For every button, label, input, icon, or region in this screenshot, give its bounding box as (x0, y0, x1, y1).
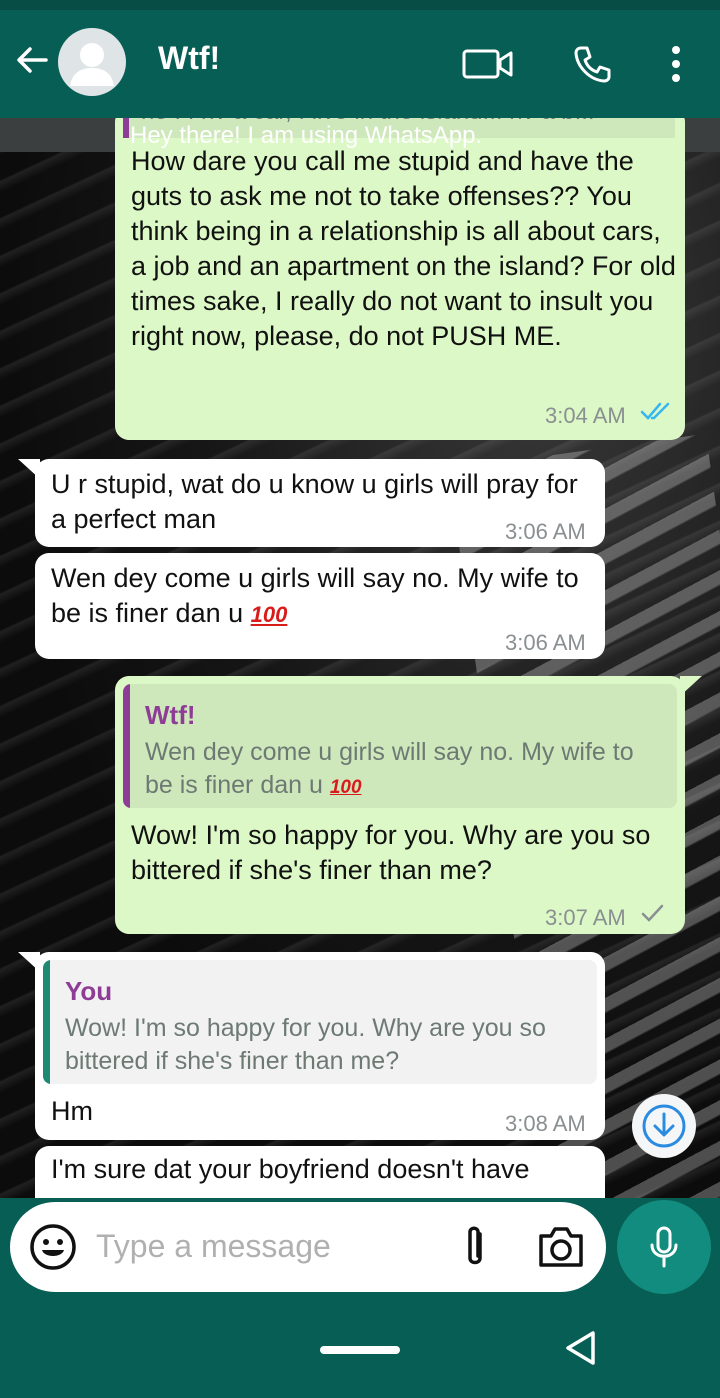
mic-icon (650, 1226, 678, 1268)
chat-header: Wtf! (0, 10, 720, 118)
camera-icon[interactable] (536, 1224, 586, 1270)
status-line: Hey there! I am using WhatsApp. (130, 122, 483, 149)
message-text: Wen dey come u girls will say no. My wif… (51, 561, 591, 632)
quoted-message[interactable]: Wtf! Wen dey come u girls will say no. M… (123, 684, 677, 808)
message-text: I'm sure dat your boyfriend doesn't have (51, 1154, 530, 1184)
quote-text: Wen dey come u girls will say no. My wif… (145, 736, 665, 804)
message-time: 3:04 AM (545, 403, 626, 428)
emoji-icon[interactable] (28, 1222, 78, 1272)
message-bubble-outgoing[interactable]: no : I hv a car, I live in the island..I… (115, 118, 685, 440)
quote-text-body: Wen dey come u girls will say no. My wif… (145, 738, 634, 799)
quote-author: Wtf! (145, 700, 196, 730)
message-bubble-incoming[interactable]: You Wow! I'm so happy for you. Why are y… (35, 952, 605, 1140)
chat-area[interactable]: no : I hv a car, I live in the island..I… (0, 118, 720, 1198)
message-text: How dare you call me stupid and have the… (131, 146, 676, 351)
message-time: 3:07 AM (545, 905, 626, 930)
quote-author: You (65, 976, 113, 1006)
message-time: 3:06 AM (505, 519, 586, 544)
message-time: 3:06 AM (505, 630, 586, 655)
quoted-message[interactable]: You Wow! I'm so happy for you. Why are y… (43, 960, 597, 1084)
scroll-down-button[interactable] (632, 1094, 696, 1158)
more-vert-icon[interactable] (668, 44, 684, 84)
message-text: Hm (51, 1096, 93, 1126)
video-call-icon[interactable] (462, 48, 514, 80)
message-input[interactable]: Type a message (96, 1228, 331, 1265)
quote-text: Wow! I'm so happy for you. Why are you s… (65, 1014, 546, 1075)
home-gesture-pill[interactable] (320, 1346, 400, 1354)
hundred-points-emoji: 100 (250, 602, 288, 627)
phone-icon[interactable] (572, 44, 612, 84)
quote-bar (43, 960, 50, 1084)
attach-icon[interactable] (460, 1224, 490, 1272)
avatar-icon (70, 43, 114, 86)
scroll-down-icon (642, 1104, 686, 1148)
single-tick-icon (641, 904, 664, 922)
back-arrow-icon[interactable] (12, 40, 52, 80)
message-bubble-incoming[interactable]: Wen dey come u girls will say no. My wif… (35, 553, 605, 659)
message-text-body: Wen dey come u girls will say no. My wif… (51, 563, 579, 628)
message-bubble-incoming[interactable]: U r stupid, wat do u know u girls will p… (35, 459, 605, 547)
message-text: Wow! I'm so happy for you. Why are you s… (131, 820, 651, 885)
bubble-tail (680, 676, 702, 696)
message-time: 3:08 AM (505, 1111, 586, 1136)
quote-bar (123, 684, 130, 808)
double-tick-read-icon (640, 402, 670, 420)
nav-back-icon[interactable] (562, 1328, 600, 1368)
contact-avatar[interactable] (58, 28, 126, 96)
message-bubble-incoming[interactable]: I'm sure dat your boyfriend doesn't have (35, 1146, 605, 1198)
hundred-points-emoji: 100 (329, 777, 362, 798)
bubble-tail (18, 459, 40, 479)
status-bar (0, 0, 720, 10)
bubble-tail (18, 952, 40, 972)
message-bubble-outgoing[interactable]: Wtf! Wen dey come u girls will say no. M… (115, 676, 685, 934)
contact-name[interactable]: Wtf! (158, 40, 220, 77)
mic-button[interactable] (617, 1200, 711, 1294)
